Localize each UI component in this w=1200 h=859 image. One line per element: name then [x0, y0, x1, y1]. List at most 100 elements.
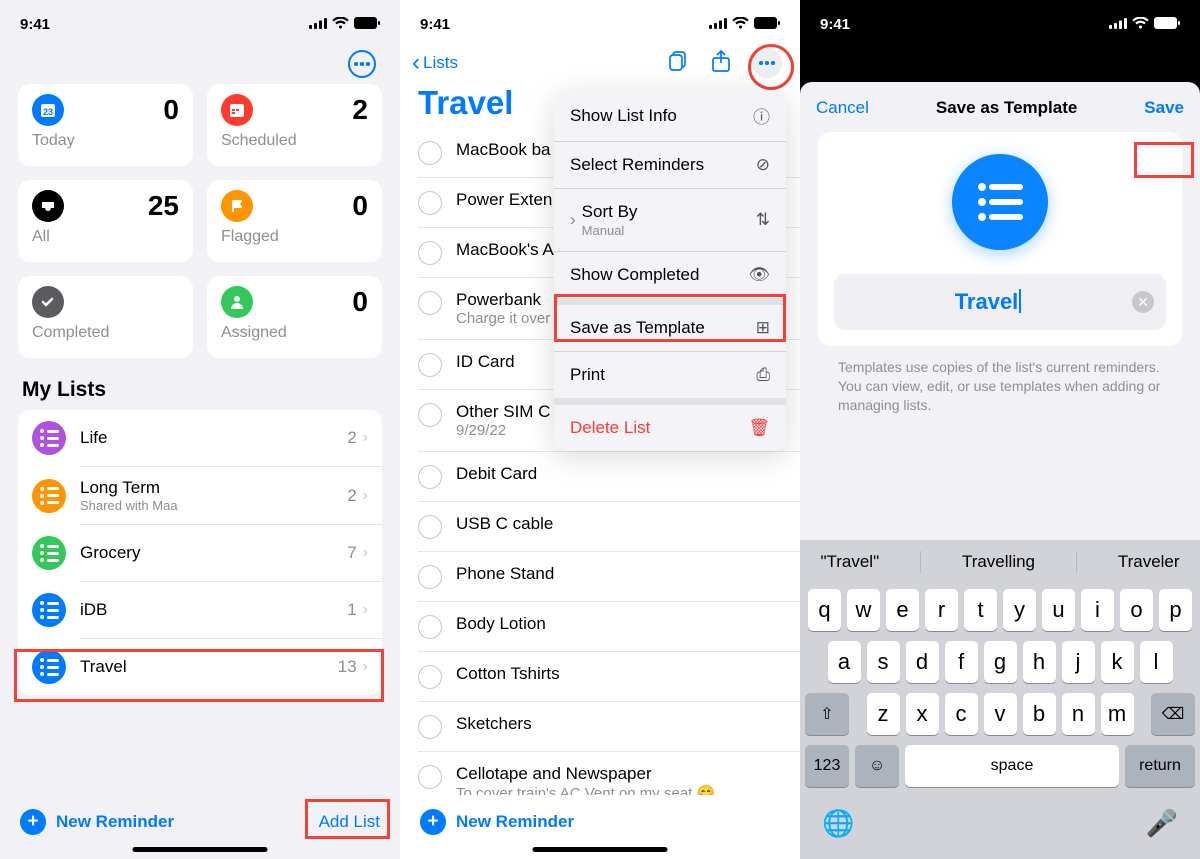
- plus-icon: +: [20, 809, 46, 835]
- suggestion[interactable]: Traveler: [1118, 552, 1180, 572]
- key-y[interactable]: y: [1003, 589, 1036, 631]
- reminder-row[interactable]: Debit Card: [418, 452, 800, 502]
- backspace-key[interactable]: ⌫: [1151, 693, 1195, 735]
- reminder-radio[interactable]: [418, 715, 442, 739]
- key-i[interactable]: i: [1081, 589, 1114, 631]
- menu-save-as-template[interactable]: Save as Template⊞: [554, 305, 786, 351]
- cancel-button[interactable]: Cancel: [816, 98, 869, 118]
- menu-show-list-info[interactable]: Show List Infoⓘ: [554, 90, 786, 141]
- reminder-radio[interactable]: [418, 291, 442, 315]
- reminder-row[interactable]: USB C cable: [418, 502, 800, 552]
- reminder-radio[interactable]: [418, 353, 442, 377]
- key-x[interactable]: x: [906, 693, 939, 735]
- person-icon: [221, 286, 253, 318]
- list-count: 1: [347, 600, 356, 620]
- key-n[interactable]: n: [1062, 693, 1095, 735]
- list-row-travel[interactable]: Travel 13 ›: [18, 639, 382, 695]
- badge-icon[interactable]: [666, 49, 690, 78]
- key-a[interactable]: a: [828, 641, 861, 683]
- reminder-radio[interactable]: [418, 141, 442, 165]
- key-v[interactable]: v: [984, 693, 1017, 735]
- list-row[interactable]: iDB 1 ›: [18, 582, 382, 638]
- list-row[interactable]: Long TermShared with Maa 2 ›: [18, 467, 382, 524]
- new-reminder-button[interactable]: + New Reminder: [20, 809, 174, 835]
- key-b[interactable]: b: [1023, 693, 1056, 735]
- key-j[interactable]: j: [1062, 641, 1095, 683]
- reminder-radio[interactable]: [418, 565, 442, 589]
- save-button[interactable]: Save: [1144, 98, 1184, 118]
- list-icon: [32, 479, 66, 513]
- keyboard: "Travel" Travelling Traveler qwertyuiop …: [800, 540, 1200, 859]
- options-button[interactable]: [348, 50, 376, 78]
- key-d[interactable]: d: [906, 641, 939, 683]
- key-s[interactable]: s: [867, 641, 900, 683]
- reminder-radio[interactable]: [418, 515, 442, 539]
- reminder-radio[interactable]: [418, 615, 442, 639]
- home-indicator[interactable]: [133, 847, 268, 852]
- key-q[interactable]: q: [808, 589, 841, 631]
- key-t[interactable]: t: [964, 589, 997, 631]
- signal-icon: [1109, 16, 1127, 33]
- reminder-radio[interactable]: [418, 765, 442, 789]
- key-c[interactable]: c: [945, 693, 978, 735]
- share-icon[interactable]: [710, 49, 732, 78]
- reminder-row[interactable]: Sketchers: [418, 702, 800, 752]
- sort-icon: ⇅: [756, 210, 770, 230]
- menu-print[interactable]: Print⎙: [554, 352, 786, 398]
- clear-button[interactable]: ✕: [1132, 291, 1154, 313]
- shift-key[interactable]: ⇧: [805, 693, 849, 735]
- key-k[interactable]: k: [1101, 641, 1134, 683]
- key-p[interactable]: p: [1159, 589, 1192, 631]
- menu-delete-list[interactable]: Delete List🗑: [554, 405, 786, 451]
- key-z[interactable]: z: [867, 693, 900, 735]
- numbers-key[interactable]: 123: [805, 745, 849, 787]
- tile-all[interactable]: 25 All: [18, 180, 193, 262]
- key-u[interactable]: u: [1042, 589, 1075, 631]
- suggestion[interactable]: Travelling: [962, 552, 1035, 572]
- more-button[interactable]: [752, 48, 782, 78]
- return-key[interactable]: return: [1125, 745, 1195, 787]
- suggestion[interactable]: "Travel": [820, 552, 879, 572]
- reminder-radio[interactable]: [418, 465, 442, 489]
- reminder-row[interactable]: Cotton Tshirts: [418, 652, 800, 702]
- reminder-radio[interactable]: [418, 665, 442, 689]
- globe-key[interactable]: 🌐: [822, 808, 854, 839]
- emoji-key[interactable]: ☺: [855, 745, 899, 787]
- key-m[interactable]: m: [1101, 693, 1134, 735]
- key-l[interactable]: l: [1140, 641, 1173, 683]
- list-row[interactable]: Grocery 7 ›: [18, 525, 382, 581]
- key-f[interactable]: f: [945, 641, 978, 683]
- reminder-row[interactable]: Phone Stand: [418, 552, 800, 602]
- status-time: 9:41: [20, 16, 50, 33]
- menu-select-reminders[interactable]: Select Reminders⊘: [554, 142, 786, 188]
- key-o[interactable]: o: [1120, 589, 1153, 631]
- list-row[interactable]: Life 2 ›: [18, 410, 382, 466]
- menu-sort-by[interactable]: ›Sort ByManual ⇅: [554, 189, 786, 251]
- reminder-radio[interactable]: [418, 403, 442, 427]
- tile-today[interactable]: 23 0 Today: [18, 84, 193, 166]
- key-g[interactable]: g: [984, 641, 1017, 683]
- new-reminder-button[interactable]: + New Reminder: [420, 809, 574, 835]
- key-r[interactable]: r: [925, 589, 958, 631]
- tile-flagged[interactable]: 0 Flagged: [207, 180, 382, 262]
- tile-assigned[interactable]: 0 Assigned: [207, 276, 382, 358]
- tile-completed[interactable]: Completed: [18, 276, 193, 358]
- dictation-key[interactable]: 🎤: [1146, 808, 1178, 839]
- reminder-title: Sketchers: [456, 714, 782, 734]
- back-button[interactable]: ‹ Lists: [412, 49, 458, 77]
- key-w[interactable]: w: [847, 589, 880, 631]
- reminder-row[interactable]: Body Lotion: [418, 602, 800, 652]
- tile-count: 0: [163, 94, 179, 126]
- template-list-icon[interactable]: [952, 154, 1048, 250]
- tile-scheduled[interactable]: 2 Scheduled: [207, 84, 382, 166]
- new-reminder-label: New Reminder: [456, 812, 574, 832]
- add-list-button[interactable]: Add List: [319, 812, 380, 832]
- reminder-radio[interactable]: [418, 241, 442, 265]
- home-indicator[interactable]: [533, 847, 668, 852]
- reminder-radio[interactable]: [418, 191, 442, 215]
- space-key[interactable]: space: [905, 745, 1119, 787]
- key-h[interactable]: h: [1023, 641, 1056, 683]
- template-name-field[interactable]: Travel ✕: [834, 274, 1166, 330]
- menu-show-completed[interactable]: Show Completed👁: [554, 252, 786, 298]
- key-e[interactable]: e: [886, 589, 919, 631]
